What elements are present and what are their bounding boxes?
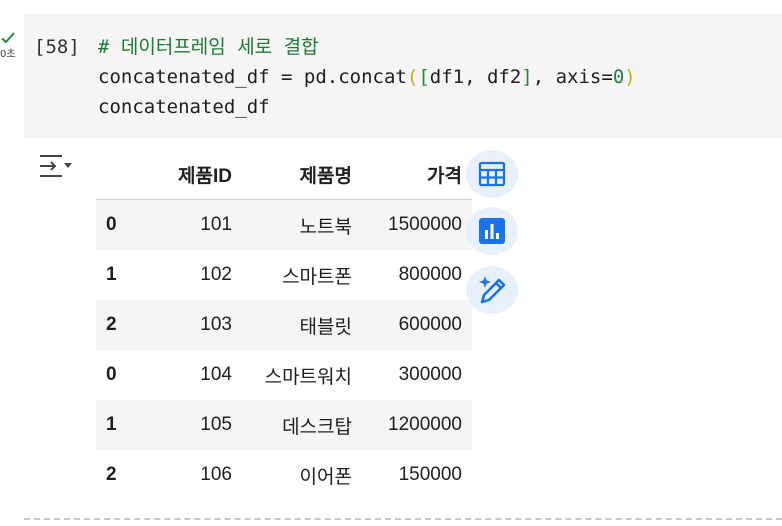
cell-product-id: 104 bbox=[200, 364, 232, 385]
table-row: 1 102 스마트폰 800000 bbox=[96, 250, 472, 300]
cell-price: 600000 bbox=[398, 314, 462, 335]
column-header-product-name: 제품명 bbox=[242, 150, 362, 200]
cell-product-id: 106 bbox=[200, 464, 232, 485]
table-icon bbox=[478, 161, 506, 187]
cell-product-name: 노트북 bbox=[299, 216, 352, 238]
cell-separator bbox=[24, 518, 782, 520]
row-index: 1 bbox=[106, 264, 117, 285]
cell-product-name: 이어폰 bbox=[299, 466, 352, 488]
output-toggle-icon[interactable] bbox=[38, 152, 76, 180]
row-index: 1 bbox=[106, 414, 117, 435]
row-index: 0 bbox=[106, 214, 117, 235]
column-header-price: 가격 bbox=[362, 150, 472, 200]
row-index: 2 bbox=[106, 464, 117, 485]
cell-price: 800000 bbox=[398, 264, 462, 285]
cell-price: 1200000 bbox=[388, 414, 462, 435]
code-editor[interactable]: # 데이터프레임 세로 결합 concatenated_df = pd.conc… bbox=[98, 32, 636, 122]
execution-count[interactable]: [58] bbox=[34, 32, 80, 62]
cell-product-id: 101 bbox=[200, 214, 232, 235]
bar-chart-icon bbox=[479, 218, 505, 244]
table-row: 2 103 태블릿 600000 bbox=[96, 300, 472, 350]
code-line-3: concatenated_df bbox=[98, 96, 270, 118]
table-row: 0 104 스마트워치 300000 bbox=[96, 350, 472, 400]
column-header-index bbox=[96, 150, 146, 200]
cell-product-name: 스마트폰 bbox=[282, 266, 352, 288]
magic-wand-icon bbox=[479, 276, 506, 304]
cell-product-name: 태블릿 bbox=[299, 316, 352, 338]
cell-price: 300000 bbox=[398, 364, 462, 385]
code-comment: # 데이터프레임 세로 결합 bbox=[98, 36, 319, 58]
cell-product-name: 데스크탑 bbox=[282, 416, 352, 438]
cell-price: 1500000 bbox=[388, 214, 462, 235]
check-icon bbox=[1, 32, 15, 44]
column-header-product-id: 제품ID bbox=[146, 150, 242, 200]
row-index: 0 bbox=[106, 364, 117, 385]
table-row: 1 105 데스크탑 1200000 bbox=[96, 400, 472, 450]
cell-gutter: 0초 bbox=[0, 30, 20, 70]
cell-product-id: 103 bbox=[200, 314, 232, 335]
convert-to-interactive-table-button[interactable] bbox=[466, 150, 518, 198]
dataframe-table: 제품ID 제품명 가격 0 101 노트북 1500000 1 102 스마트폰… bbox=[96, 150, 472, 500]
row-index: 2 bbox=[106, 314, 117, 335]
code-cell[interactable]: [58] # 데이터프레임 세로 결합 concatenated_df = pd… bbox=[24, 14, 782, 138]
suggest-charts-button[interactable] bbox=[466, 207, 518, 255]
table-row: 2 106 이어폰 150000 bbox=[96, 450, 472, 500]
cell-product-id: 105 bbox=[200, 414, 232, 435]
generate-code-button[interactable] bbox=[466, 266, 518, 314]
table-header-row: 제품ID 제품명 가격 bbox=[96, 150, 472, 200]
cell-product-id: 102 bbox=[200, 264, 232, 285]
execution-time: 0초 bbox=[0, 49, 16, 60]
code-line-2: concatenated_df = pd.concat([df1, df2], … bbox=[98, 66, 636, 88]
cell-price: 150000 bbox=[398, 464, 462, 485]
cell-product-name: 스마트워치 bbox=[264, 366, 352, 388]
table-row: 0 101 노트북 1500000 bbox=[96, 199, 472, 250]
